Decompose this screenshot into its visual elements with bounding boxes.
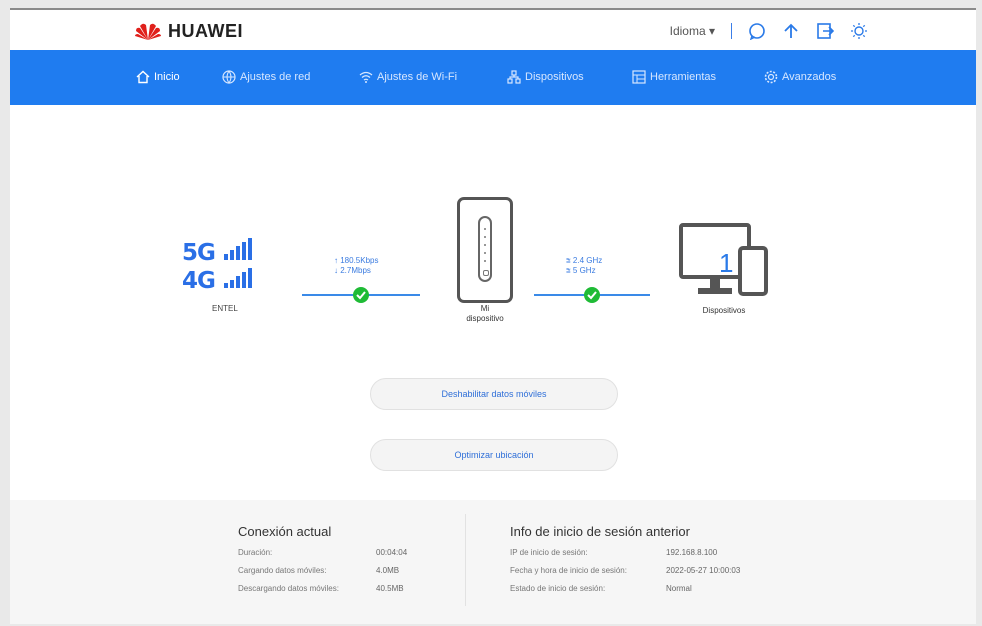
top-actions: Idioma ▾: [670, 22, 868, 40]
nav-label: Inicio: [154, 71, 180, 83]
download-data-value: 40.5MB: [376, 584, 404, 593]
divider: [731, 23, 732, 39]
login-ip-label: IP de inicio de sesión:: [510, 548, 588, 557]
signal-bars-icon: [223, 238, 252, 260]
router-admin-page: HUAWEI Idioma ▾ Inicio Ajustes de red Aj…: [10, 8, 976, 624]
login-ip-value: 192.168.8.100: [666, 548, 718, 557]
upload-speed: ↑ 180.5Kbps: [334, 256, 379, 265]
nav-item-ajustes-red[interactable]: Ajustes de red: [222, 70, 310, 84]
nav-item-dispositivos[interactable]: Dispositivos: [507, 70, 584, 84]
5g-signal-indicator: 5G: [182, 238, 252, 266]
settings-sun-icon[interactable]: [850, 22, 868, 40]
nav-label: Dispositivos: [525, 71, 584, 83]
tools-icon: [632, 70, 646, 84]
brand-name: HUAWEI: [168, 20, 243, 41]
top-bar: HUAWEI Idioma ▾: [10, 10, 976, 50]
duration-value: 00:04:04: [376, 548, 408, 557]
logout-icon[interactable]: [816, 22, 834, 40]
footer-divider: [465, 514, 466, 606]
login-status-label: Estado de inicio de sesión:: [510, 584, 606, 593]
nav-label: Herramientas: [650, 71, 717, 83]
devices-icon: [507, 70, 521, 84]
previous-login-title: Info de inicio de sesión anterior: [510, 524, 690, 539]
router-label: Mi dispositivo: [445, 304, 525, 324]
speed-info: ↑ 180.5Kbps ↓ 2.7Mbps: [334, 256, 378, 276]
info-footer: Conexión actual Duración: 00:04:04 Carga…: [10, 500, 976, 624]
nav-item-avanzados[interactable]: Avanzados: [764, 70, 836, 84]
signal-bars-icon: [223, 268, 252, 288]
login-datetime-label: Fecha y hora de inicio de sesión:: [510, 566, 627, 575]
language-selector[interactable]: Idioma ▾: [670, 24, 715, 38]
main-nav: Inicio Ajustes de red Ajustes de Wi-Fi D…: [10, 50, 976, 105]
router-label-line2: dispositivo: [466, 314, 504, 323]
nav-item-ajustes-wifi[interactable]: Ajustes de Wi-Fi: [359, 70, 457, 84]
optimize-location-button[interactable]: Optimizar ubicación: [370, 439, 618, 471]
wifi-24-label: 2.4 GHz: [572, 256, 603, 265]
huawei-petals-icon: [135, 23, 161, 40]
wifi-icon: [359, 71, 373, 83]
gear-icon: [764, 70, 778, 84]
wan-ok-check-icon: [353, 287, 369, 303]
wifi-5-band: ⩰ 5 GHz: [566, 266, 596, 275]
nav-label: Ajustes de Wi-Fi: [377, 71, 458, 83]
router-device-icon[interactable]: [457, 197, 513, 303]
disable-mobile-data-button[interactable]: Deshabilitar datos móviles: [370, 378, 618, 410]
download-data-label: Descargando datos móviles:: [238, 584, 339, 593]
carrier-name: ENTEL: [212, 304, 238, 313]
nav-label: Avanzados: [782, 71, 837, 83]
globe-icon: [222, 70, 236, 84]
upload-data-value: 4.0MB: [376, 566, 400, 575]
home-icon: [136, 70, 150, 84]
login-status-value: Normal: [666, 584, 692, 593]
wifi-24-band: ⩰ 2.4 GHz: [566, 256, 603, 265]
nav-item-inicio[interactable]: Inicio: [136, 70, 180, 84]
router-led-strip: [478, 216, 492, 282]
4g-label: 4G: [182, 268, 216, 294]
download-speed: ↓ 2.7Mbps: [334, 266, 371, 275]
device-count: 1: [719, 248, 734, 278]
devices-label: Dispositivos: [702, 306, 746, 315]
nav-item-herramientas[interactable]: Herramientas: [632, 70, 716, 84]
update-arrow-icon[interactable]: [782, 22, 800, 40]
login-datetime-value: 2022-05-27 10:00:03: [666, 566, 741, 575]
upload-data-label: Cargando datos móviles:: [238, 566, 327, 575]
wifi-5-label: 5 GHz: [572, 266, 596, 275]
huawei-logo[interactable]: HUAWEI: [134, 20, 243, 42]
duration-label: Duración:: [238, 548, 273, 557]
chat-icon[interactable]: [748, 22, 766, 40]
lan-ok-check-icon: [584, 287, 600, 303]
router-label-line1: Mi: [480, 304, 490, 313]
5g-label: 5G: [182, 240, 216, 266]
nav-label: Ajustes de red: [240, 71, 311, 83]
current-connection-title: Conexión actual: [238, 524, 332, 539]
4g-signal-indicator: 4G: [182, 268, 252, 294]
wifi-band-info: ⩰ 2.4 GHz ⩰ 5 GHz: [566, 256, 602, 276]
